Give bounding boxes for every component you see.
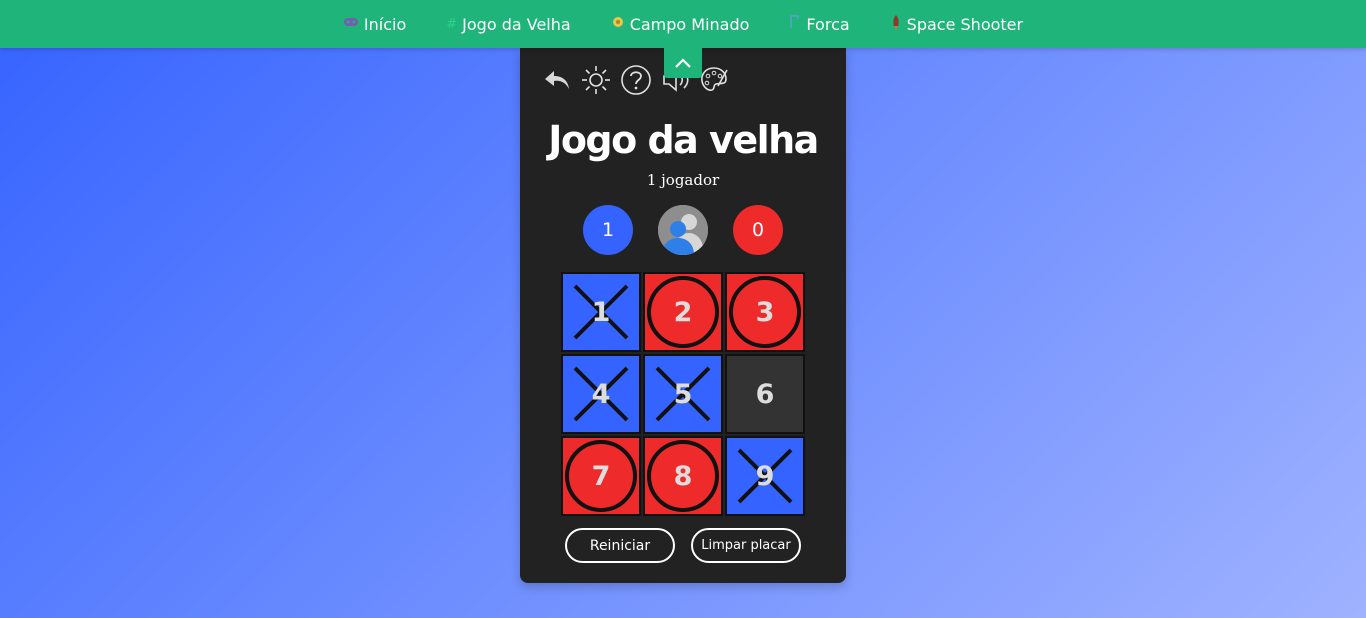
cell-number: 3 [755,296,775,328]
score-x-badge: 1 [583,205,633,255]
board-cell-1[interactable]: 1 [561,272,641,352]
cell-number: 9 [755,460,775,492]
board-cell-6[interactable]: 6 [725,354,805,434]
cell-number: 5 [673,378,693,410]
board-cell-5[interactable]: 5 [643,354,723,434]
nav-item-label: Space Shooter [906,14,1024,34]
avatar[interactable] [658,205,708,255]
clear-score-button[interactable]: Limpar placar [691,528,801,563]
collapse-nav-button[interactable] [664,48,702,78]
cell-number: 6 [755,378,775,410]
nav-item-label: Campo Minado [629,14,750,34]
cell-number: 2 [673,296,693,328]
nav-item-label: Início [363,14,407,34]
nav-item-campo-minado[interactable]: Campo Minado [611,14,750,34]
nav-item-inicio[interactable]: Início [343,15,406,34]
rocket-icon [890,14,902,34]
nav-item-label: Jogo da Velha [462,14,571,34]
board-cell-9[interactable]: 9 [725,436,805,516]
cell-number: 7 [591,460,611,492]
game-board: 1 2 3 4 5 6 7 8 9 [561,272,805,516]
board-cell-3[interactable]: 3 [725,272,805,352]
user-group-icon [658,205,708,255]
nav-item-jogo-da-velha[interactable]: # Jogo da Velha [446,15,570,34]
board-cell-8[interactable]: 8 [643,436,723,516]
gamepad-icon [343,16,359,32]
sun-icon[interactable] [580,64,612,96]
cell-number: 1 [591,296,611,328]
toolbar [542,64,742,96]
score-o-badge: 0 [733,205,783,255]
cell-number: 4 [591,378,611,410]
nav-item-label: Forca [806,14,850,34]
help-icon[interactable] [620,64,652,96]
board-cell-2[interactable]: 2 [643,272,723,352]
palette-icon[interactable] [698,64,730,96]
hangman-icon [789,15,801,33]
mine-icon [611,15,625,33]
page-title: Jogo da velha [548,118,819,162]
board-cell-7[interactable]: 7 [561,436,641,516]
hash-icon: # [446,16,458,32]
restart-button[interactable]: Reiniciar [565,528,675,563]
chevron-up-icon [675,58,691,68]
nav-item-forca[interactable]: Forca [789,14,850,34]
game-panel: Jogo da velha 1 jogador 1 0 1 2 3 4 5 6 … [520,48,846,583]
undo-icon[interactable] [542,64,574,96]
top-navbar: Início # Jogo da Velha Campo Minado Forc… [0,0,1366,48]
nav-item-space-shooter[interactable]: Space Shooter [890,14,1023,34]
game-mode-label: 1 jogador [646,171,720,189]
board-cell-4[interactable]: 4 [561,354,641,434]
cell-number: 8 [673,460,693,492]
